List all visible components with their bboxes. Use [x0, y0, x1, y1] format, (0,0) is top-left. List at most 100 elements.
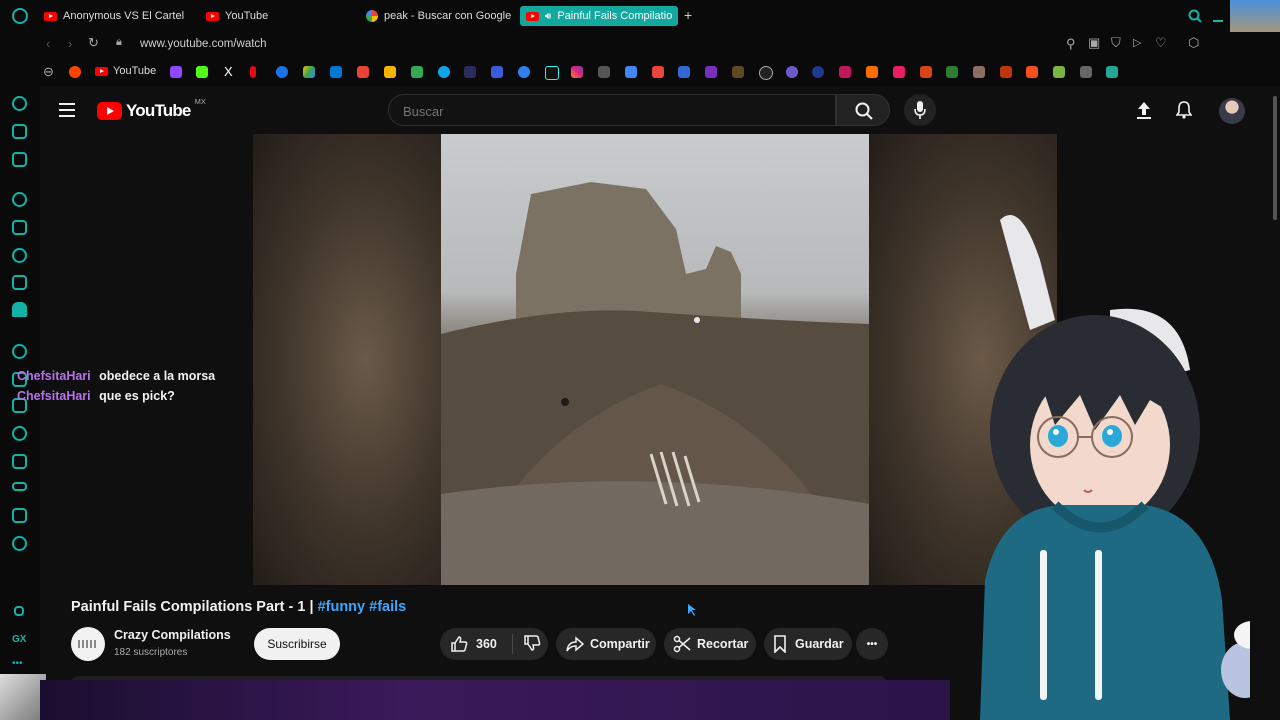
- play-icon[interactable]: ▷: [1133, 36, 1141, 49]
- tiktok-icon[interactable]: [545, 66, 559, 80]
- back-icon[interactable]: ‹: [46, 36, 50, 51]
- whatsapp-dock-icon[interactable]: [12, 248, 27, 263]
- gx-dock-icon[interactable]: GX: [12, 634, 26, 645]
- reddit-icon[interactable]: [69, 66, 81, 78]
- share-button[interactable]: Compartir: [556, 628, 656, 660]
- tab-painful-fails[interactable]: 🔊︎ Painful Fails Compilatio: [520, 6, 678, 26]
- bluesky-dock-icon[interactable]: [12, 302, 27, 317]
- app-icon[interactable]: [920, 66, 932, 78]
- screenshot-icon[interactable]: ▣: [1088, 35, 1100, 51]
- bookmark-icon[interactable]: [491, 66, 503, 78]
- app-icon[interactable]: [1053, 66, 1065, 78]
- pin-icon[interactable]: ⚲: [1066, 36, 1076, 52]
- minimize-icon[interactable]: [1213, 20, 1223, 22]
- ae-icon[interactable]: [464, 66, 476, 78]
- app-icon[interactable]: [598, 66, 610, 78]
- drive-icon[interactable]: [303, 66, 315, 78]
- page-scrollbar[interactable]: [1273, 96, 1277, 220]
- app-icon[interactable]: [652, 66, 664, 78]
- translate-dock-icon[interactable]: [12, 124, 27, 139]
- kick-icon[interactable]: [196, 66, 208, 78]
- subscribe-button[interactable]: Suscribirse: [254, 628, 340, 660]
- docs-icon[interactable]: [625, 66, 637, 78]
- like-button[interactable]: 360: [440, 635, 512, 653]
- microphone-icon: [914, 101, 926, 119]
- reload-icon[interactable]: ↻: [88, 35, 99, 51]
- extensions-icon[interactable]: ⬡: [1188, 35, 1199, 51]
- app-icon[interactable]: [812, 66, 824, 78]
- tab-google-search[interactable]: peak - Buscar con Google: [366, 6, 516, 26]
- app-icon[interactable]: [946, 66, 958, 78]
- youtube-favicon-icon: [526, 11, 539, 21]
- search-input[interactable]: [401, 101, 825, 121]
- search-button[interactable]: [836, 94, 890, 126]
- user-avatar[interactable]: [1219, 98, 1245, 124]
- url-text[interactable]: www.youtube.com/watch: [140, 38, 267, 50]
- outlook-icon[interactable]: [330, 66, 342, 78]
- music-dock-icon[interactable]: [12, 344, 27, 359]
- twitch-dock-icon[interactable]: [12, 220, 27, 235]
- note-dock-icon[interactable]: [12, 152, 27, 167]
- refresh-dock-icon[interactable]: [12, 96, 27, 111]
- channel-name[interactable]: Crazy Compilations: [114, 628, 231, 642]
- instagram-dock-icon[interactable]: [12, 275, 27, 290]
- tab-anonymous[interactable]: Anonymous VS El Cartel M: [44, 6, 186, 26]
- upload-icon[interactable]: [1136, 101, 1152, 119]
- app-icon[interactable]: [973, 66, 985, 78]
- save-button[interactable]: Guardar: [764, 628, 852, 660]
- dock-small-icon[interactable]: [14, 606, 24, 616]
- search-tabs-icon[interactable]: [1188, 9, 1202, 23]
- more-actions-button[interactable]: •••: [856, 628, 888, 660]
- app-icon[interactable]: [893, 66, 905, 78]
- gmail-icon[interactable]: [357, 66, 369, 78]
- app-icon[interactable]: [705, 66, 717, 78]
- app-icon[interactable]: [1106, 66, 1118, 78]
- puzzle-dock-icon[interactable]: [12, 508, 27, 523]
- more-dock-icon[interactable]: •••: [12, 658, 23, 669]
- video-hashtags[interactable]: #funny #fails: [318, 599, 407, 615]
- channel-avatar[interactable]: [71, 627, 105, 661]
- twitch-icon[interactable]: [170, 66, 182, 78]
- netflix-icon[interactable]: [250, 66, 256, 78]
- video-player[interactable]: [253, 134, 1057, 585]
- forward-icon[interactable]: ›: [68, 36, 72, 51]
- app-icon[interactable]: [786, 66, 798, 78]
- save-label: Guardar: [795, 637, 844, 651]
- tab-youtube[interactable]: YouTube: [206, 6, 306, 26]
- audio-icon[interactable]: [384, 66, 396, 78]
- youtube-logo[interactable]: YouTube MX: [97, 97, 206, 121]
- notifications-icon[interactable]: [1176, 101, 1192, 119]
- instagram-icon[interactable]: [571, 66, 583, 78]
- settings-dock-icon[interactable]: [12, 536, 27, 551]
- battery-dock-icon[interactable]: [12, 482, 27, 491]
- heart-icon[interactable]: ♡: [1155, 35, 1167, 51]
- app-icon[interactable]: [678, 66, 690, 78]
- app-icon[interactable]: [1000, 66, 1012, 78]
- pin-dock-icon[interactable]: [12, 454, 27, 469]
- dislike-button[interactable]: [513, 634, 541, 655]
- app-icon[interactable]: [866, 66, 878, 78]
- app-icon[interactable]: [1080, 66, 1092, 78]
- search-box[interactable]: [388, 94, 836, 126]
- edge-icon[interactable]: [438, 66, 450, 78]
- settings-icon[interactable]: ⊖: [43, 64, 54, 80]
- browser-logo-icon[interactable]: [12, 8, 28, 24]
- clip-button[interactable]: Recortar: [664, 628, 756, 660]
- heart-dock-icon[interactable]: [12, 426, 27, 441]
- cloud-icon[interactable]: [518, 66, 530, 78]
- menu-icon[interactable]: [59, 103, 75, 117]
- app-icon[interactable]: [759, 66, 773, 80]
- chat-username: ChefsitaHari: [17, 369, 91, 383]
- shield-icon[interactable]: ⛉: [1111, 35, 1121, 51]
- bookmark-youtube[interactable]: YouTube: [95, 65, 156, 77]
- play-store-icon[interactable]: [276, 66, 288, 78]
- lock-icon: 🔒︎: [116, 36, 122, 48]
- x-icon[interactable]: X: [224, 64, 233, 79]
- green-app-icon[interactable]: [411, 66, 423, 78]
- app-icon[interactable]: [1026, 66, 1038, 78]
- new-tab-button[interactable]: +: [684, 7, 692, 23]
- ai-dock-icon[interactable]: [12, 192, 27, 207]
- app-icon[interactable]: [732, 66, 744, 78]
- app-icon[interactable]: [839, 66, 851, 78]
- voice-search-button[interactable]: [904, 94, 936, 126]
